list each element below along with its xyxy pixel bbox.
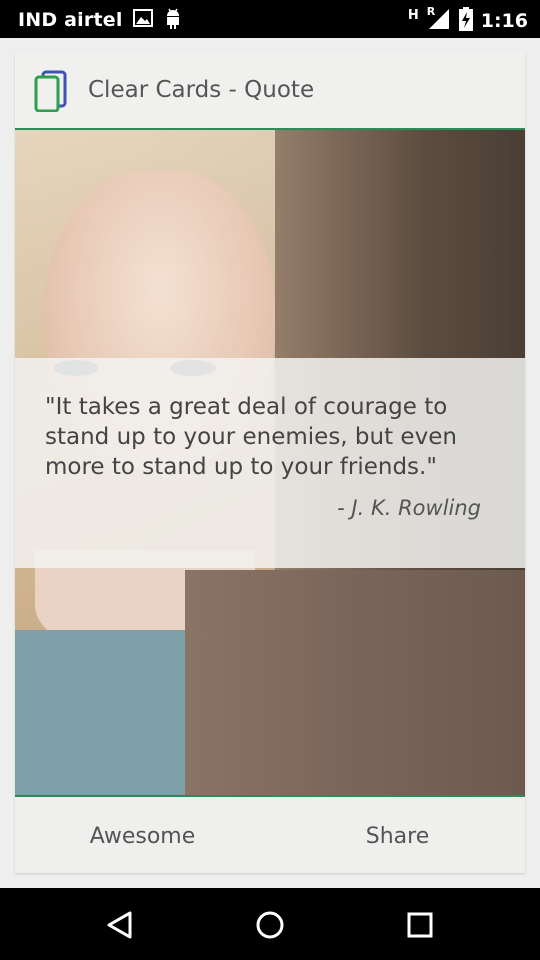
- carrier-name: IND airtel: [18, 9, 123, 31]
- photo-cardigan: [185, 570, 525, 795]
- status-bar: IND airtel H R 1:16: [0, 0, 540, 38]
- quote-card: Clear Cards - Quote "It takes a great de…: [15, 53, 525, 873]
- quote-author: - J. K. Rowling: [337, 496, 481, 520]
- clock: 1:16: [480, 10, 528, 32]
- network-type-h: H: [407, 7, 419, 23]
- recent-apps-icon[interactable]: [403, 908, 437, 942]
- card-title: Clear Cards - Quote: [88, 77, 315, 103]
- roaming-indicator: R: [426, 5, 436, 18]
- awesome-button[interactable]: Awesome: [15, 797, 270, 873]
- status-right: H R 1:16: [407, 5, 528, 35]
- status-left: IND airtel: [18, 7, 183, 33]
- image-icon: [132, 9, 153, 31]
- navigation-bar: [0, 888, 540, 960]
- signal-icon: R: [426, 5, 451, 35]
- back-icon[interactable]: [103, 908, 137, 942]
- card-header: Clear Cards - Quote: [15, 53, 525, 130]
- android-icon: [163, 7, 183, 33]
- battery-charging-icon: [458, 7, 473, 35]
- card-actions: Awesome Share: [15, 795, 525, 873]
- cards-app-icon: [33, 70, 71, 113]
- home-icon[interactable]: [253, 908, 287, 942]
- quote-text: "It takes a great deal of courage to sta…: [45, 394, 457, 480]
- quote-panel: "It takes a great deal of courage to sta…: [15, 358, 525, 568]
- share-button[interactable]: Share: [270, 797, 525, 873]
